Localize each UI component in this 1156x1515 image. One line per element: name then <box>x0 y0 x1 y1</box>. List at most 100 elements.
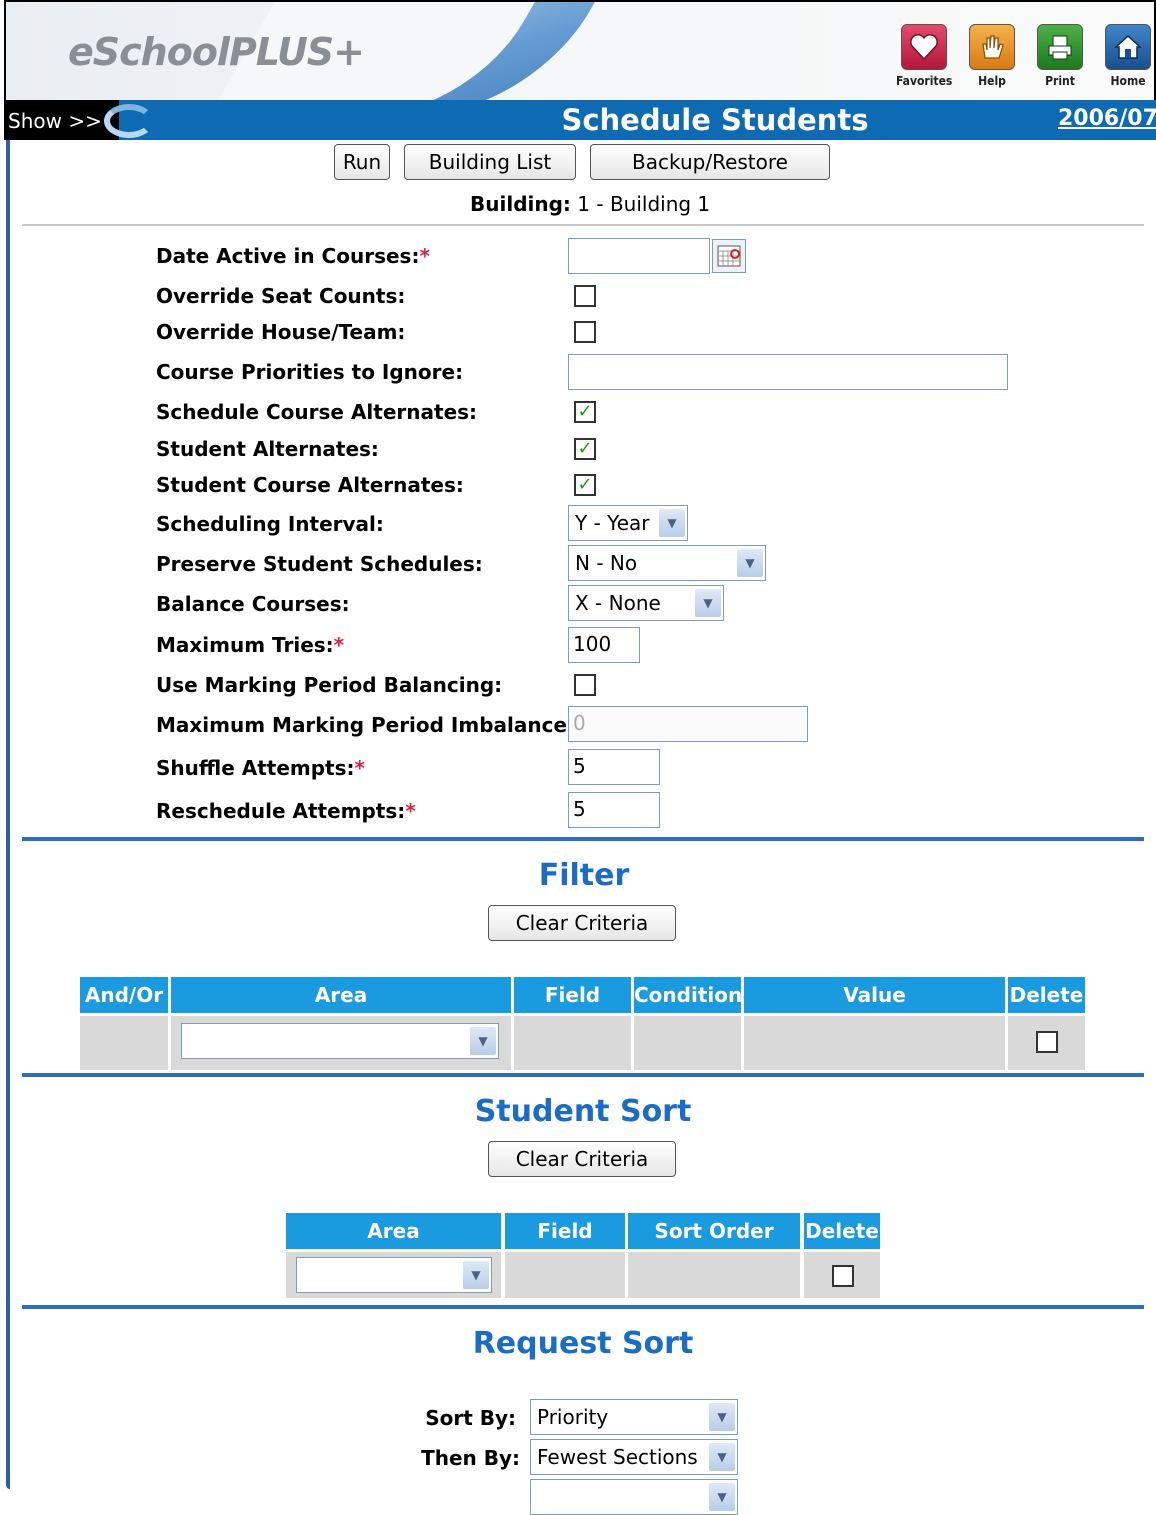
course-priorities-input[interactable] <box>568 354 1008 390</box>
table-cell <box>634 1016 741 1070</box>
calendar-icon[interactable] <box>712 239 746 273</box>
heart-icon <box>901 24 947 70</box>
student-sort-title: Student Sort <box>474 1094 692 1129</box>
favorites-label: Favorites <box>896 74 953 88</box>
table-cell <box>744 1016 1005 1070</box>
student-course-alt-checkbox[interactable]: ✓ <box>574 474 596 496</box>
reschedule-attempts-label: Reschedule Attempts:* <box>156 799 416 823</box>
section-divider <box>22 837 1144 841</box>
column-header: Field Name <box>514 977 631 1043</box>
app-logo: eSchoolPLUS+ <box>68 30 365 74</box>
column-header: Field Name <box>505 1213 625 1279</box>
chevron-down-icon: ▼ <box>695 589 721 617</box>
student-sort-area-select[interactable]: ▼ <box>296 1257 492 1293</box>
schedule-course-alt-label: Schedule Course Alternates: <box>156 400 478 424</box>
max-mp-imbalance-input[interactable]: 0 <box>568 706 808 742</box>
home-icon <box>1105 24 1151 70</box>
chevron-down-icon: ▼ <box>709 1403 735 1431</box>
table-cell <box>80 1016 168 1070</box>
column-header: Sort Order <box>628 1213 800 1249</box>
column-header: And/Or <box>80 977 168 1013</box>
chevron-down-icon: ▼ <box>709 1483 735 1511</box>
top-header: eSchoolPLUS+ Favorites Help Print Home <box>4 0 1156 100</box>
building-label: Building: <box>470 192 571 216</box>
third-sort-select[interactable]: ▼ <box>530 1479 738 1515</box>
school-year-link[interactable]: 2006/07 <box>1058 106 1156 131</box>
schedule-course-alt-checkbox[interactable]: ✓ <box>574 401 596 423</box>
student-sort-delete-checkbox[interactable] <box>832 1265 854 1287</box>
building-list-button[interactable]: Building List <box>404 144 576 180</box>
swirl-decoration <box>104 104 154 138</box>
table-cell <box>628 1252 800 1298</box>
max-tries-input[interactable]: 100 <box>568 627 640 663</box>
preserve-schedules-select[interactable]: N - No ▼ <box>568 545 766 581</box>
then-by-label: Then By: <box>421 1446 520 1470</box>
left-border <box>6 140 10 1489</box>
override-seat-label: Override Seat Counts: <box>156 284 406 308</box>
preserve-schedules-label: Preserve Student Schedules: <box>156 552 483 576</box>
printer-icon <box>1037 24 1083 70</box>
mp-balancing-checkbox[interactable] <box>574 674 596 696</box>
max-tries-label: Maximum Tries:* <box>156 633 345 657</box>
filter-title: Filter <box>538 858 630 893</box>
shuffle-attempts-input[interactable]: 5 <box>568 749 660 785</box>
column-header: Area <box>171 977 511 1013</box>
table-cell <box>505 1252 625 1298</box>
sort-by-label: Sort By: <box>425 1406 516 1430</box>
section-divider <box>22 1305 1144 1309</box>
shuffle-attempts-label: Shuffle Attempts:* <box>156 756 365 780</box>
preserve-schedules-value: N - No <box>575 551 638 575</box>
home-label: Home <box>1110 74 1146 88</box>
date-active-input[interactable] <box>568 238 710 274</box>
date-active-label: Date Active in Courses:* <box>156 244 430 268</box>
help-button[interactable]: Help <box>964 24 1020 88</box>
filter-delete-checkbox[interactable] <box>1036 1031 1058 1053</box>
filter-area-select[interactable]: ▼ <box>181 1023 499 1059</box>
divider <box>22 224 1144 226</box>
hand-icon <box>969 24 1015 70</box>
chevron-down-icon: ▼ <box>709 1443 735 1471</box>
request-sort-title: Request Sort <box>472 1326 694 1361</box>
then-by-select[interactable]: Fewest Sections ▼ <box>530 1439 738 1475</box>
backup-restore-button[interactable]: Backup/Restore <box>590 144 830 180</box>
column-header: Delete <box>804 1213 880 1249</box>
balance-courses-value: X - None <box>575 591 661 615</box>
column-header: Area <box>286 1213 501 1249</box>
balance-courses-select[interactable]: X - None ▼ <box>568 585 724 621</box>
column-header: Value <box>744 977 1005 1013</box>
scheduling-interval-select[interactable]: Y - Year ▼ <box>568 505 688 541</box>
table-cell <box>514 1016 631 1070</box>
max-mp-imbalance-label: Maximum Marking Period Imbalance:* <box>156 713 586 737</box>
favorites-button[interactable]: Favorites <box>896 24 952 88</box>
chevron-down-icon: ▼ <box>737 549 763 577</box>
balance-courses-label: Balance Courses: <box>156 592 350 616</box>
help-label: Help <box>978 74 1006 88</box>
sort-by-select[interactable]: Priority ▼ <box>530 1399 738 1435</box>
chevron-down-icon: ▼ <box>463 1261 489 1289</box>
column-header: Delete <box>1008 977 1085 1013</box>
building-info: Building: 1 - Building 1 <box>470 192 710 216</box>
show-menu-link[interactable]: Show >> <box>8 109 102 133</box>
scheduling-interval-label: Scheduling Interval: <box>156 512 384 536</box>
print-button[interactable]: Print <box>1032 24 1088 88</box>
student-alt-checkbox[interactable]: ✓ <box>574 438 596 460</box>
filter-clear-criteria-button[interactable]: Clear Criteria <box>488 905 676 941</box>
student-course-alt-label: Student Course Alternates: <box>156 473 464 497</box>
mp-balancing-label: Use Marking Period Balancing: <box>156 673 503 697</box>
override-seat-checkbox[interactable] <box>574 285 596 307</box>
home-button[interactable]: Home <box>1100 24 1154 88</box>
section-divider <box>22 1073 1144 1077</box>
page-title: Schedule Students <box>561 103 869 137</box>
column-header: Condition <box>634 977 742 1013</box>
student-sort-clear-criteria-button[interactable]: Clear Criteria <box>488 1141 676 1177</box>
print-label: Print <box>1045 74 1075 88</box>
reschedule-attempts-input[interactable]: 5 <box>568 792 660 828</box>
sort-by-value: Priority <box>537 1405 609 1429</box>
run-button[interactable]: Run <box>334 144 390 180</box>
student-alt-label: Student Alternates: <box>156 437 379 461</box>
then-by-value: Fewest Sections <box>537 1445 698 1469</box>
override-house-checkbox[interactable] <box>574 321 596 343</box>
override-house-label: Override House/Team: <box>156 320 406 344</box>
chevron-down-icon: ▼ <box>470 1027 496 1055</box>
course-priorities-label: Course Priorities to Ignore: <box>156 360 464 384</box>
